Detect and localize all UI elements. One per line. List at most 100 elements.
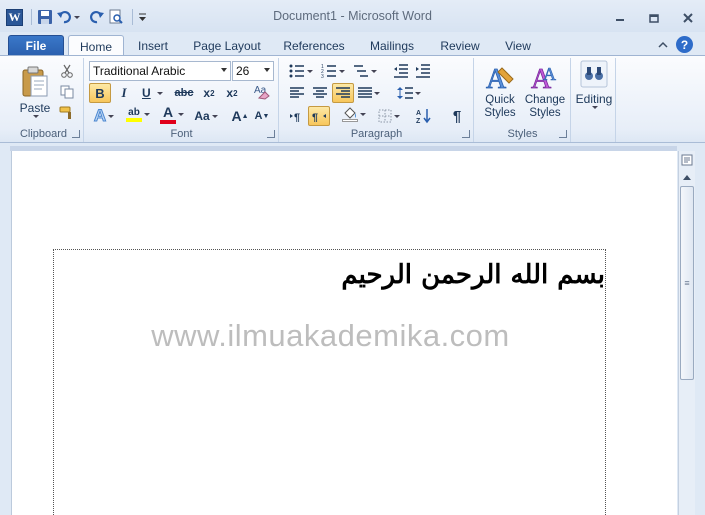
clipboard-group: Paste Clipboard xyxy=(4,58,84,142)
title-bar: W Document1 - Microsoft Word xyxy=(0,0,705,32)
editing-group: Editing xyxy=(572,58,616,142)
quick-styles-label: Quick Styles xyxy=(484,94,516,119)
borders-icon xyxy=(378,109,392,123)
scroll-thumb[interactable]: ≡ xyxy=(680,186,694,380)
paragraph-group: 123 ¶ ¶ AZ ¶ Paragraph xyxy=(280,58,474,142)
font-color-label: A xyxy=(162,104,174,120)
tab-file[interactable]: File xyxy=(8,35,64,56)
font-color-button[interactable]: A xyxy=(157,104,187,124)
text-effects-button[interactable]: A xyxy=(89,106,119,126)
editing-button[interactable]: Editing xyxy=(574,60,614,122)
shading-button[interactable] xyxy=(338,104,370,124)
view-ruler-icon[interactable] xyxy=(681,153,693,167)
svg-text:A: A xyxy=(416,110,421,117)
ribbon: Paste Clipboard Traditional Arabic 26 B … xyxy=(0,55,705,143)
superscript-label: x xyxy=(226,86,234,100)
cut-icon[interactable] xyxy=(56,61,78,81)
tab-insert[interactable]: Insert xyxy=(130,35,176,56)
change-styles-label: Change Styles xyxy=(524,94,566,119)
tab-home[interactable]: Home xyxy=(68,35,124,57)
underline-button[interactable]: U xyxy=(137,83,167,103)
svg-text:¶: ¶ xyxy=(312,112,318,122)
change-case-dropdown-icon[interactable] xyxy=(211,114,218,118)
highlight-dropdown-icon[interactable] xyxy=(144,112,150,116)
change-case-button[interactable]: Aa xyxy=(191,106,221,126)
paste-dropdown-icon[interactable] xyxy=(33,114,39,118)
font-launcher-icon[interactable] xyxy=(267,130,275,138)
show-formatting-marks-icon[interactable]: ¶ xyxy=(446,106,468,126)
decrease-indent-icon[interactable] xyxy=(390,61,412,81)
align-center-icon[interactable] xyxy=(309,83,331,103)
svg-text:Z: Z xyxy=(416,118,421,124)
vertical-scrollbar[interactable]: ≡ xyxy=(678,151,695,515)
shrink-font-label: A xyxy=(254,110,263,122)
copy-icon[interactable] xyxy=(56,82,78,102)
superscript-mark: 2 xyxy=(233,88,238,98)
clear-formatting-icon[interactable]: Aa xyxy=(251,81,273,101)
tab-page-layout[interactable]: Page Layout xyxy=(186,35,268,56)
paragraph-launcher-icon[interactable] xyxy=(462,130,470,138)
font-size-combo[interactable]: 26 xyxy=(232,61,274,81)
highlight-label: ab xyxy=(128,106,140,118)
numbering-button[interactable]: 123 xyxy=(318,61,348,81)
shading-icon xyxy=(344,107,356,119)
font-size-dropdown-icon[interactable] xyxy=(264,68,270,72)
arabic-text[interactable]: بسم الله الرحمن الرحيم xyxy=(341,260,605,290)
superscript-button[interactable]: x2 xyxy=(221,83,243,103)
strikethrough-button[interactable]: abc xyxy=(171,83,197,103)
italic-button[interactable]: I xyxy=(113,83,135,103)
align-right-icon[interactable] xyxy=(332,83,354,103)
justify-button[interactable] xyxy=(356,83,382,103)
subscript-button[interactable]: x2 xyxy=(198,83,220,103)
align-left-icon[interactable] xyxy=(286,83,308,103)
font-color-dropdown-icon[interactable] xyxy=(178,112,184,116)
window-controls xyxy=(603,8,705,28)
paste-icon xyxy=(22,66,48,96)
ribbon-tabs: File Home Insert Page Layout References … xyxy=(0,32,705,57)
close-icon[interactable] xyxy=(671,8,705,28)
rtl-paragraph-icon[interactable]: ¶ xyxy=(308,106,330,126)
borders-button[interactable] xyxy=(374,106,404,126)
styles-launcher-icon[interactable] xyxy=(559,130,567,138)
tab-mailings[interactable]: Mailings xyxy=(362,35,422,56)
ltr-paragraph-icon[interactable]: ¶ xyxy=(286,106,308,126)
change-case-label: Aa xyxy=(194,109,210,123)
tab-references[interactable]: References xyxy=(278,35,350,56)
font-name-combo[interactable]: Traditional Arabic xyxy=(89,61,231,81)
grow-font-button[interactable]: A ▲ xyxy=(229,106,251,126)
justify-icon xyxy=(358,87,372,98)
sort-icon[interactable]: AZ xyxy=(413,106,435,126)
highlight-button[interactable]: ab xyxy=(122,104,154,124)
svg-text:3: 3 xyxy=(321,74,324,78)
font-name-dropdown-icon[interactable] xyxy=(221,68,227,72)
help-icon[interactable]: ? xyxy=(676,36,693,53)
paste-button[interactable]: Paste xyxy=(12,60,58,122)
quick-styles-button[interactable]: A Quick Styles xyxy=(478,60,522,124)
change-styles-button[interactable]: AA Change Styles xyxy=(522,60,568,124)
editing-label: Editing xyxy=(575,92,613,106)
window-right-frame xyxy=(695,143,705,515)
bullets-button[interactable] xyxy=(286,61,316,81)
font-group-label: Font xyxy=(170,128,193,140)
text-effects-dropdown-icon[interactable] xyxy=(108,114,115,118)
line-spacing-button[interactable] xyxy=(394,83,424,103)
subscript-label: x xyxy=(203,86,211,100)
clipboard-launcher-icon[interactable] xyxy=(72,130,80,138)
styles-group-label: Styles xyxy=(507,128,538,140)
multilevel-list-button[interactable] xyxy=(350,61,380,81)
restore-icon[interactable] xyxy=(637,8,671,28)
line-spacing-icon xyxy=(397,87,413,99)
text-box[interactable]: بسم الله الرحمن الرحيم www.ilmuakademika… xyxy=(53,249,606,515)
tab-view[interactable]: View xyxy=(496,35,540,56)
minimize-ribbon-icon[interactable] xyxy=(658,38,668,52)
increase-indent-icon[interactable] xyxy=(412,61,434,81)
tab-review[interactable]: Review xyxy=(434,35,486,56)
svg-text:A: A xyxy=(486,64,507,94)
underline-dropdown-icon[interactable] xyxy=(156,91,163,95)
minimize-icon[interactable] xyxy=(603,8,637,28)
shrink-font-button[interactable]: A ▼ xyxy=(251,106,273,126)
bold-button[interactable]: B xyxy=(89,83,111,103)
format-painter-icon[interactable] xyxy=(56,103,78,123)
font-size-value: 26 xyxy=(236,64,250,78)
scroll-up-icon[interactable] xyxy=(681,171,693,183)
